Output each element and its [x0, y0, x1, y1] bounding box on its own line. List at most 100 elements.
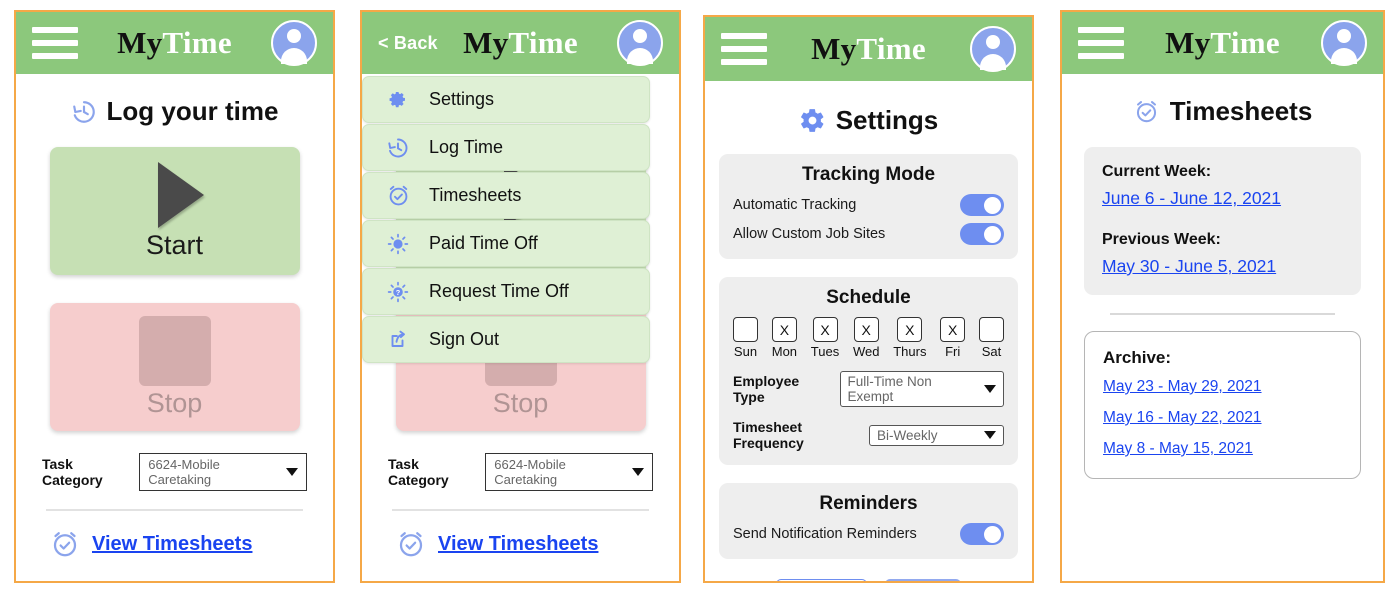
stop-button-label: Stop	[146, 387, 203, 418]
alarm-check-icon	[385, 183, 411, 208]
setting-row-automatic-tracking: Automatic Tracking	[733, 194, 1004, 216]
hamburger-menu-icon[interactable]	[1078, 27, 1124, 59]
day-tues: X Tues	[811, 317, 839, 359]
page-title-text: Settings	[835, 105, 939, 135]
day-label: Sun	[733, 344, 758, 359]
alarm-check-icon	[1136, 101, 1156, 123]
timesheet-frequency-select[interactable]: Bi-Weekly	[869, 424, 1004, 446]
avatar[interactable]	[617, 20, 663, 66]
day-label: Tues	[810, 344, 840, 359]
archive-link[interactable]: May 16 - May 22, 2021	[1103, 409, 1342, 427]
screen-timesheets: MyTime Timesheets Current Week: June 6 -…	[1060, 10, 1385, 583]
archive-label: Archive:	[1103, 348, 1172, 367]
current-week-link[interactable]: June 6 - June 12, 2021	[1102, 188, 1343, 209]
back-button[interactable]: < Back	[378, 33, 438, 54]
tracking-mode-card: Tracking Mode Automatic Tracking Allow C…	[719, 154, 1018, 259]
day-mon: X Mon	[772, 317, 797, 359]
view-timesheets-link[interactable]: View Timesheets	[92, 533, 252, 556]
view-timesheets-row[interactable]: View Timesheets	[42, 529, 307, 559]
alarm-check-icon	[53, 532, 77, 557]
checkbox-sun[interactable]	[733, 317, 758, 342]
menu-item-label: Settings	[429, 89, 495, 109]
brand-part-one: My	[1165, 25, 1211, 60]
tracking-mode-title: Tracking Mode	[801, 164, 936, 185]
menu-item-request-time-off[interactable]: ? Request Time Off	[362, 268, 650, 315]
day-sat: Sat	[978, 317, 1004, 359]
toggle-automatic-tracking[interactable]	[960, 194, 1004, 216]
archive-link[interactable]: May 23 - May 29, 2021	[1103, 378, 1342, 396]
setting-label: Automatic Tracking	[733, 197, 857, 213]
archive-card: Archive: May 23 - May 29, 2021 May 16 - …	[1084, 331, 1361, 479]
timesheet-frequency-label: Timesheet Frequency	[733, 419, 804, 451]
save-button[interactable]: Save	[884, 579, 962, 581]
gear-icon	[800, 109, 824, 132]
archive-link[interactable]: May 8 - May 15, 2021	[1103, 440, 1342, 458]
brand-part-two: Time	[162, 25, 232, 60]
menu-item-sign-out[interactable]: Sign Out	[362, 316, 650, 363]
sun-icon	[385, 232, 411, 256]
log-time-body: Start Stop Task Category 6624-Mobile Car…	[16, 147, 333, 559]
task-category-label: Task Category	[388, 456, 449, 488]
day-wed: X Wed	[853, 317, 879, 359]
stop-icon	[138, 315, 211, 386]
app-header: MyTime	[1062, 12, 1383, 74]
checkbox-fri[interactable]: X	[940, 317, 966, 342]
menu-item-settings[interactable]: Settings	[362, 76, 650, 123]
checkbox-thurs[interactable]: X	[897, 317, 923, 342]
menu-item-paid-time-off[interactable]: Paid Time Off	[362, 220, 650, 267]
current-week-label: Current Week:	[1102, 163, 1212, 180]
view-timesheets-row[interactable]: View Timesheets	[388, 529, 653, 559]
page-title: Timesheets	[1062, 96, 1383, 127]
setting-row-custom-job-sites: Allow Custom Job Sites	[733, 223, 1004, 245]
checkbox-wed[interactable]: X	[853, 317, 879, 342]
task-category-label: Task Category	[42, 456, 103, 488]
task-category-row: Task Category 6624-Mobile Caretaking	[388, 453, 653, 491]
divider	[46, 509, 303, 511]
play-icon	[157, 161, 204, 228]
task-category-select[interactable]: 6624-Mobile Caretaking	[485, 453, 653, 491]
chevron-down-icon	[286, 468, 298, 476]
toggle-send-notification-reminders[interactable]	[960, 523, 1004, 545]
cancel-button[interactable]: Cancel	[775, 579, 867, 581]
gear-icon	[385, 88, 411, 111]
menu-item-label: Sign Out	[429, 329, 500, 349]
sun-question-icon: ?	[385, 280, 411, 304]
day-label: Thurs	[893, 344, 927, 359]
stop-button[interactable]: Stop	[49, 303, 300, 431]
task-category-select[interactable]: 6624-Mobile Caretaking	[139, 453, 307, 491]
menu-item-timesheets[interactable]: Timesheets	[362, 172, 650, 219]
employee-type-select[interactable]: Full-Time Non Exempt	[839, 371, 1004, 407]
task-category-value: 6624-Mobile Caretaking	[494, 457, 566, 487]
chevron-down-icon	[632, 468, 644, 476]
previous-week-link[interactable]: May 30 - June 5, 2021	[1102, 256, 1343, 277]
weeks-card: Current Week: June 6 - June 12, 2021 Pre…	[1084, 147, 1361, 295]
checkbox-mon[interactable]: X	[771, 317, 797, 342]
setting-label: Allow Custom Job Sites	[733, 226, 886, 242]
avatar[interactable]	[1321, 20, 1367, 66]
history-clock-icon	[385, 136, 411, 160]
brand-part-one: My	[811, 31, 857, 66]
start-button[interactable]: Start	[49, 147, 300, 275]
timesheet-frequency-value: Bi-Weekly	[877, 427, 938, 443]
hamburger-menu-icon[interactable]	[32, 27, 78, 59]
checkbox-sat[interactable]	[978, 317, 1004, 342]
page-title: Settings	[705, 105, 1032, 136]
screen-settings: MyTime Settings Tracking Mode Automatic …	[703, 15, 1034, 583]
screen-menu: < Back MyTime Log your time Start Stop T…	[360, 10, 681, 583]
menu-item-log-time[interactable]: Log Time	[362, 124, 650, 171]
menu-item-label: Request Time Off	[429, 281, 569, 301]
day-label: Mon	[771, 344, 798, 359]
view-timesheets-link[interactable]: View Timesheets	[438, 533, 598, 556]
brand-part-one: My	[117, 25, 163, 60]
avatar[interactable]	[970, 26, 1016, 72]
stop-button-label: Stop	[492, 387, 549, 418]
app-header: < Back MyTime	[362, 12, 679, 74]
divider	[1110, 313, 1335, 315]
avatar[interactable]	[271, 20, 317, 66]
setting-label: Send Notification Reminders	[733, 526, 917, 542]
hamburger-menu-icon[interactable]	[721, 33, 767, 65]
toggle-allow-custom-job-sites[interactable]	[960, 223, 1004, 245]
schedule-title: Schedule	[826, 287, 911, 308]
checkbox-tues[interactable]: X	[812, 317, 838, 342]
start-button-label: Start	[145, 229, 204, 260]
